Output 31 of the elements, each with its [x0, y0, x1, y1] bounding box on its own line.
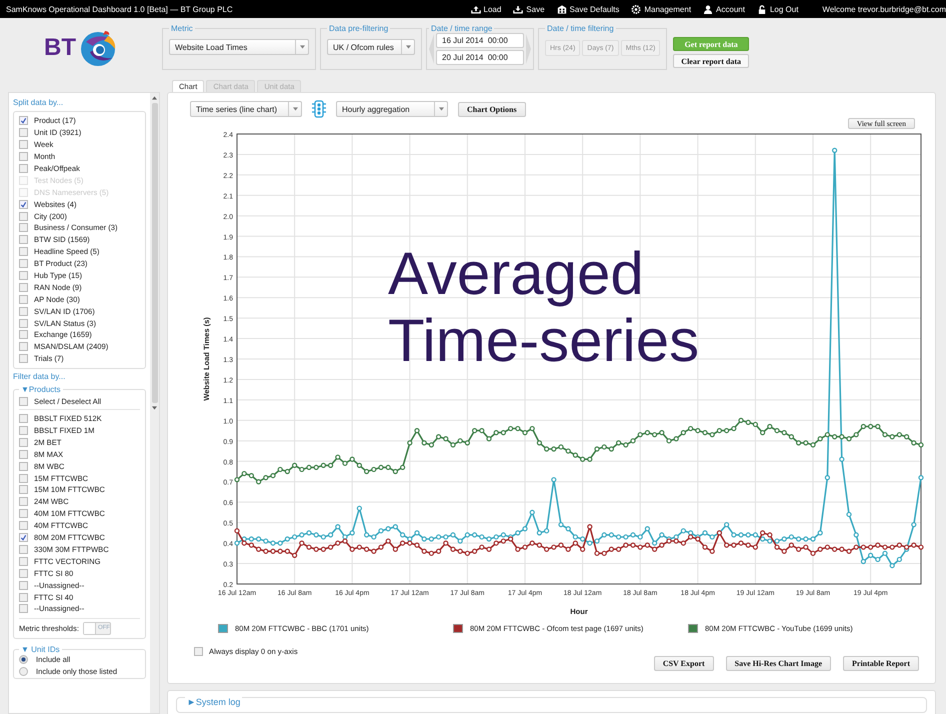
section-title: Filter data by...: [13, 372, 66, 381]
toolbar-link[interactable]: Account: [703, 4, 745, 14]
toolbar-link[interactable]: Management: [631, 4, 692, 14]
logo-text: BT: [44, 34, 76, 62]
system-log-legend[interactable]: ►System log: [185, 697, 242, 707]
unit-ids-legend[interactable]: ▼ Unit IDs: [19, 644, 62, 654]
clear-report-button[interactable]: Clear report data: [673, 54, 749, 68]
export-button[interactable]: Save Hi-Res Chart Image: [726, 656, 831, 671]
overlay-caption: Time-series: [388, 307, 700, 374]
toolbar-link[interactable]: Save: [513, 4, 545, 14]
export-button[interactable]: CSV Export: [654, 656, 714, 671]
section-title: Split data by...: [13, 98, 64, 107]
group-legend: Date / time range: [429, 24, 494, 33]
chart-type-select[interactable]: Time series (line chart): [190, 101, 302, 117]
end-date-field[interactable]: 20 Jul 2014 00:00: [436, 50, 524, 65]
products-legend[interactable]: ▼Products: [19, 384, 62, 394]
toolbar-link[interactable]: Save Defaults: [556, 4, 620, 14]
chart-options-button[interactable]: Chart Options: [458, 102, 526, 116]
overlay-caption: Averaged: [388, 240, 644, 308]
group-legend: Data pre-filtering: [327, 24, 390, 33]
aggregation-select[interactable]: Hourly aggregation: [336, 101, 448, 117]
group-legend: Metric: [169, 24, 195, 33]
toolbar-link[interactable]: Log Out: [756, 4, 798, 14]
start-date-field[interactable]: 16 Jul 2014 00:00: [436, 33, 524, 48]
metric-select[interactable]: Website Load Times: [169, 39, 309, 55]
toolbar-link[interactable]: Load: [470, 4, 502, 14]
export-button[interactable]: Printable Report: [843, 656, 919, 671]
prefilter-select[interactable]: UK / Ofcom rules: [327, 39, 415, 55]
group-legend: Date / time filtering: [545, 24, 616, 33]
welcome-text: Welcome trevor.burbridge@bt.com: [822, 4, 946, 14]
app-title: SamKnows Operational Dashboard 1.0 [Beta] — BT Group PLC: [6, 4, 233, 14]
